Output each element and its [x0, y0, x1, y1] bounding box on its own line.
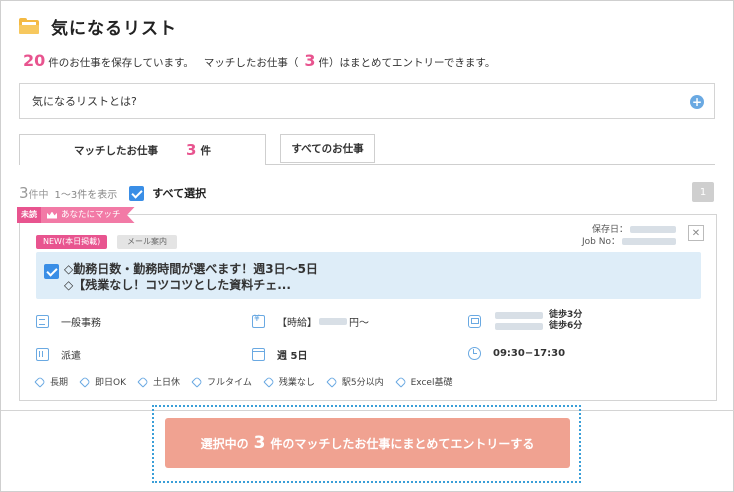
days-text: 週 5日: [277, 351, 308, 362]
tag-icon: [326, 375, 338, 388]
tag-icon: [191, 375, 203, 388]
building-icon: [36, 348, 49, 361]
walk-time-2: 徒歩6分: [549, 321, 583, 331]
faq-label: 気になるリストとは?: [32, 95, 137, 108]
wage-suffix: 円〜: [349, 318, 369, 329]
tag-label: 駅5分以内: [341, 378, 384, 388]
page-number-button[interactable]: 1: [692, 182, 714, 202]
crown-icon: [47, 211, 57, 219]
tag-label: 残業なし: [278, 378, 315, 388]
unread-badge: 未読: [17, 207, 41, 223]
tag-icon: [394, 375, 407, 388]
match-badge-label: あなたにマッチ: [61, 210, 121, 220]
tag-item: 土日休: [137, 375, 181, 388]
tag-item: フルタイム: [191, 375, 252, 388]
new-badge: NEW(本日掲載): [36, 235, 108, 249]
job-no-label: Job No：: [582, 237, 620, 247]
folder-icon: [19, 18, 39, 34]
station-1-blurred: [495, 312, 543, 319]
tab-matched-unit: 件: [200, 144, 211, 157]
saved-date-value-blurred: [630, 226, 676, 233]
entry-post: 件のマッチしたお仕事にまとめてエントリーする: [270, 436, 535, 451]
saved-date-label: 保存日：: [591, 225, 628, 235]
job-title-box[interactable]: ◇勤務日数・勤務時間が選べます！週3日〜5日 ◇【残業なし！コツコツとした資料チ…: [36, 252, 701, 299]
tag-label: Excel基礎: [410, 378, 453, 388]
job-title[interactable]: ◇勤務日数・勤務時間が選べます！週3日〜5日 ◇【残業なし！コツコツとした資料チ…: [64, 261, 318, 293]
select-all-label[interactable]: すべて選択: [152, 185, 206, 201]
job-category: 一般事務: [36, 314, 101, 329]
tag-icon: [79, 375, 91, 388]
job-station: 徒歩3分 徒歩6分: [468, 310, 582, 332]
tag-label: フルタイム: [207, 378, 252, 388]
wage-amount-blurred: [319, 318, 347, 325]
employment-text: 派遣: [61, 351, 81, 362]
remove-button[interactable]: ✕: [688, 225, 704, 241]
select-all-checkbox[interactable]: [129, 185, 145, 201]
page-frame: 気になるリスト 20 件のお仕事を保存しています。 マッチしたお仕事（ 3 件）…: [0, 0, 734, 492]
document-icon: [36, 315, 49, 328]
tag-icon: [263, 375, 275, 388]
match-text-post: 件）はまとめてエントリーできます。: [318, 57, 496, 69]
job-title-line-2: ◇【残業なし！コツコツとした資料チェ...: [64, 278, 291, 292]
tag-icon: [137, 375, 149, 388]
tag-label: 土日休: [153, 378, 181, 388]
tag-list: 長期 即日OK 土日休 フルタイム 残業なし 駅5分以内 Excel基礎: [34, 375, 465, 388]
tag-item: 駅5分以内: [326, 375, 384, 388]
plus-icon[interactable]: +: [690, 95, 704, 109]
list-count-bar: 3 件中 1〜3件を表示 すべて選択: [19, 184, 206, 202]
tag-label: 即日OK: [95, 378, 127, 388]
walk-time-1: 徒歩3分: [549, 310, 583, 320]
job-checkbox[interactable]: [44, 264, 59, 279]
job-days: 週 5日: [252, 347, 307, 362]
match-text-pre: マッチしたお仕事（: [203, 57, 299, 69]
total-unit: 件中: [28, 189, 49, 201]
tag-item: 長期: [34, 375, 69, 388]
wage-label: 【時給】: [277, 318, 317, 329]
tab-all-jobs[interactable]: すべてのお仕事: [280, 134, 375, 163]
tab-all-label: すべてのお仕事: [291, 143, 364, 155]
tag-item: 即日OK: [79, 375, 127, 388]
tag-item: Excel基礎: [394, 375, 453, 388]
job-title-line-1: ◇勤務日数・勤務時間が選べます！週3日〜5日: [64, 262, 318, 276]
page-title: 気になるリスト: [51, 18, 177, 39]
job-meta: 保存日： Job No：: [582, 224, 676, 248]
range-text: 1〜3件を表示: [54, 189, 118, 201]
hours-text: 09:30−17:30: [493, 348, 566, 359]
saved-text: 件のお仕事を保存しています。: [48, 57, 194, 69]
job-card: NEW(本日掲載) メール案内 保存日： Job No： ✕ ◇勤務日数・勤務時…: [19, 214, 717, 401]
summary-text: 20 件のお仕事を保存しています。 マッチしたお仕事（ 3 件）はまとめてエント…: [23, 51, 495, 70]
job-employment: 派遣: [36, 347, 81, 362]
match-badge: あなたにマッチ: [41, 207, 135, 223]
clock-icon: [468, 347, 481, 360]
tag-icon: [34, 375, 46, 388]
job-hours: 09:30−17:30: [468, 347, 565, 360]
entry-count: 3: [253, 433, 266, 453]
match-ribbon: 未読 あなたにマッチ: [17, 207, 135, 223]
faq-accordion[interactable]: 気になるリストとは? +: [19, 83, 715, 119]
tag-item: 残業なし: [263, 375, 315, 388]
tab-matched-jobs[interactable]: マッチしたお仕事 3 件: [19, 134, 266, 165]
bulk-entry-button[interactable]: 選択中の 3 件のマッチしたお仕事にまとめてエントリーする: [165, 418, 570, 468]
total-count: 3: [19, 184, 29, 202]
mail-badge: メール案内: [117, 235, 177, 249]
calendar-icon: [252, 348, 265, 361]
job-category-text: 一般事務: [61, 318, 101, 329]
train-icon: [468, 314, 481, 328]
tag-label: 長期: [50, 378, 69, 388]
station-2-blurred: [495, 323, 543, 330]
job-no-value-blurred: [622, 238, 676, 245]
tab-matched-label: マッチしたお仕事: [74, 144, 159, 157]
tab-matched-count: 3: [186, 141, 197, 159]
yen-icon: [252, 314, 265, 328]
saved-count: 20: [23, 51, 46, 70]
job-wage: 【時給】 円〜: [252, 314, 369, 329]
page-header: 気になるリスト: [19, 13, 177, 39]
match-count: 3: [304, 51, 316, 70]
entry-pre: 選択中の: [200, 436, 249, 451]
station-list: 徒歩3分 徒歩6分: [493, 310, 582, 332]
